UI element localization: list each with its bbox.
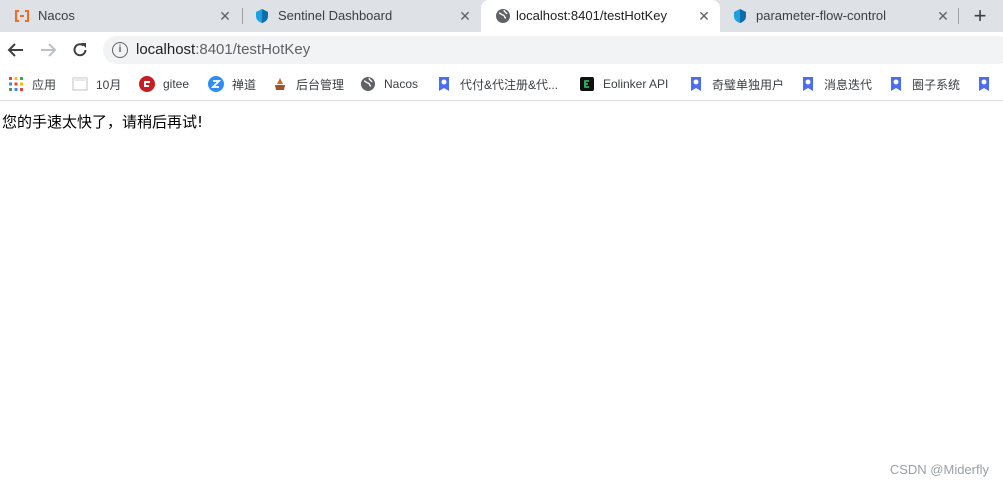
globe-icon xyxy=(495,8,511,24)
csdn-watermark: CSDN @Miderfly xyxy=(889,462,989,477)
bookmark-badge-icon xyxy=(688,76,704,92)
url-host: localhost xyxy=(136,41,196,58)
new-tab-button[interactable]: + xyxy=(968,5,992,29)
site-info-icon[interactable]: i xyxy=(112,42,128,58)
tab-nacos[interactable]: Nacos ✕ xyxy=(0,0,242,32)
bookmark-qibi[interactable]: 奇璧单独用户 xyxy=(688,74,784,94)
tab-title: Nacos xyxy=(38,8,75,23)
tab-title: parameter-flow-control xyxy=(756,8,887,23)
address-url[interactable]: localhost:8401/testHotKey xyxy=(136,41,310,59)
back-arrow-icon xyxy=(7,43,23,57)
tab-close-button[interactable]: ✕ xyxy=(216,7,234,25)
bookmark-label: 禅道 xyxy=(232,77,257,92)
tab-title: Sentinel Dashboard xyxy=(278,8,393,23)
bookmark-xiaoxi[interactable]: 消息迭代 xyxy=(800,74,872,94)
url-path: :8401/testHotKey xyxy=(195,41,311,58)
globe-icon xyxy=(360,76,376,92)
bookmark-zentao[interactable]: 禅道 xyxy=(208,74,256,94)
reload-icon xyxy=(73,43,87,57)
tab-strip: Nacos ✕ Sentinel Dashboard ✕ localhost:8… xyxy=(0,0,1003,32)
tab-parameter-flow-control[interactable]: parameter-flow-control ✕ xyxy=(718,0,960,32)
bookmark-apps[interactable]: 应用 xyxy=(8,74,56,94)
forward-arrow-icon xyxy=(41,43,57,57)
address-bar[interactable]: i localhost:8401/testHotKey xyxy=(103,36,1003,64)
bookmark-badge-icon xyxy=(888,76,904,92)
bookmark-badge-icon xyxy=(436,76,452,92)
bookmarks-bar: 应用 10月 gitee 禅道 后台管理 Nacos 代付&代注册&代... E… xyxy=(0,68,1003,101)
bookmark-label: gitee xyxy=(163,77,190,91)
eolinker-icon xyxy=(579,76,595,92)
sentinel-shield-icon xyxy=(732,8,748,24)
sentinel-shield-icon xyxy=(254,8,270,24)
bookmark-daifu[interactable]: 代付&代注册&代... xyxy=(436,74,558,94)
back-button[interactable] xyxy=(4,38,28,62)
bookmark-gitee[interactable]: gitee xyxy=(139,74,189,94)
reload-button[interactable] xyxy=(68,38,92,62)
bookmark-label: 10月 xyxy=(96,77,122,92)
forward-button[interactable] xyxy=(36,38,60,62)
zentao-icon xyxy=(208,76,224,92)
bookmark-overflow[interactable] xyxy=(976,74,1000,94)
tab-separator xyxy=(958,8,959,24)
bookmark-label: 后台管理 xyxy=(296,77,345,92)
browser-toolbar: i localhost:8401/testHotKey xyxy=(0,32,1003,68)
bookmark-quanzi[interactable]: 圈子系统 xyxy=(888,74,960,94)
bookmark-nacos[interactable]: Nacos xyxy=(360,74,418,94)
bookmark-label: 消息迭代 xyxy=(824,77,873,92)
tab-localhost-testhotkey[interactable]: localhost:8401/testHotKey ✕ xyxy=(481,0,720,32)
gitee-icon xyxy=(139,76,155,92)
bookmark-badge-icon xyxy=(800,76,816,92)
apps-grid-icon xyxy=(8,76,24,92)
tab-title: localhost:8401/testHotKey xyxy=(516,8,668,23)
bookmark-label: Nacos xyxy=(384,77,419,91)
tab-close-button[interactable]: ✕ xyxy=(934,7,952,25)
page-icon xyxy=(72,76,88,92)
tab-close-button[interactable]: ✕ xyxy=(695,7,713,25)
admin-icon xyxy=(272,76,288,92)
bookmark-label: 圈子系统 xyxy=(912,77,961,92)
bookmark-label: Eolinker API xyxy=(603,77,669,91)
bookmark-10yue[interactable]: 10月 xyxy=(72,74,121,94)
tab-sentinel-dashboard[interactable]: Sentinel Dashboard ✕ xyxy=(240,0,482,32)
bookmark-label: 代付&代注册&代... xyxy=(460,77,559,92)
bookmark-label: 奇璧单独用户 xyxy=(712,77,785,92)
tab-close-button[interactable]: ✕ xyxy=(456,7,474,25)
bookmark-houtai[interactable]: 后台管理 xyxy=(272,74,344,94)
bookmark-badge-icon xyxy=(976,76,992,92)
bookmark-label: 应用 xyxy=(32,77,57,92)
bookmark-eolinker[interactable]: Eolinker API xyxy=(579,74,668,94)
nacos-brackets-icon xyxy=(14,8,30,24)
page-message: 您的手速太快了，请稍后再试! xyxy=(2,113,204,131)
